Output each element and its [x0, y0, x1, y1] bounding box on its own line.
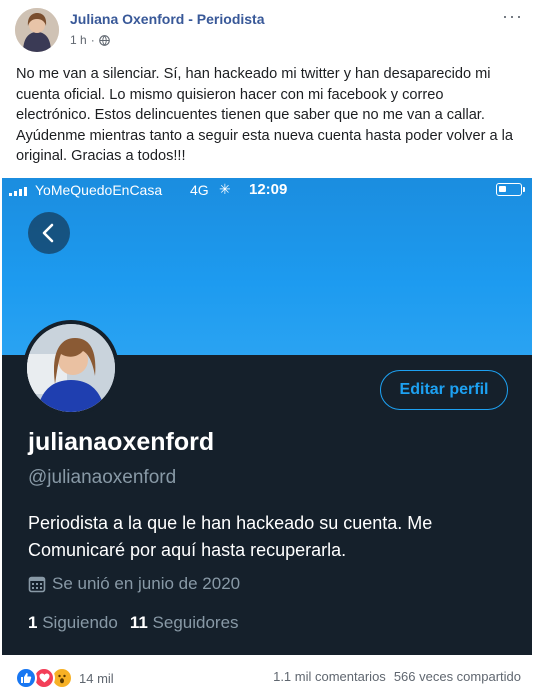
joined-text: Se unió en junio de 2020 — [52, 574, 241, 593]
chevron-left-icon — [42, 223, 54, 243]
followers-link[interactable]: 11 Seguidores — [130, 613, 239, 633]
like-reaction-icon — [15, 667, 37, 689]
post-header: Juliana Oxenford - Periodista 1 h · ··· — [0, 0, 533, 60]
profile-bio: Periodista a la que le han hackeado su c… — [28, 513, 433, 560]
following-label: Siguiendo — [42, 613, 118, 632]
edit-profile-button[interactable]: Editar perfil — [380, 370, 508, 410]
following-link[interactable]: 1 Siguiendo — [28, 613, 118, 633]
post-text: No me van a silenciar. Sí, han hackeado … — [16, 66, 514, 164]
reactions-count: 14 mil — [79, 670, 114, 686]
battery-level — [499, 186, 506, 192]
followers-label: Seguidores — [152, 613, 239, 632]
meta-separator: · — [90, 33, 95, 47]
profile-avatar[interactable] — [23, 320, 119, 416]
calendar-icon — [28, 576, 46, 593]
back-button[interactable] — [28, 212, 70, 254]
phone-status-bar: YoMeQuedoEnCasa 4G ✳ 12:09 — [2, 178, 532, 204]
battery-icon — [496, 183, 525, 196]
author-name[interactable]: Juliana Oxenford - Periodista — [70, 11, 265, 27]
carrier-name: YoMeQuedoEnCasa — [35, 182, 163, 198]
post-meta: 1 h · — [70, 33, 110, 47]
following-count: 1 — [28, 613, 38, 632]
more-options-icon[interactable]: ··· — [502, 6, 523, 27]
globe-icon — [98, 34, 110, 46]
signal-icon — [9, 187, 27, 196]
reactions-summary[interactable]: 14 mil — [15, 667, 114, 689]
post-footer: 14 mil 1.1 mil comentarios 566 veces com… — [0, 655, 533, 697]
follow-stats: 1 Siguiendo 11 Seguidores — [28, 613, 239, 633]
post-time[interactable]: 1 h — [70, 33, 87, 47]
shares-count[interactable]: 566 veces compartido — [394, 669, 521, 684]
profile-handle: @julianaoxenford — [28, 467, 177, 488]
loading-spinner-icon: ✳ — [219, 181, 231, 197]
comments-count[interactable]: 1.1 mil comentarios — [273, 669, 386, 684]
embedded-screenshot: YoMeQuedoEnCasa 4G ✳ 12:09 Editar perfil… — [2, 178, 532, 655]
phone-time: 12:09 — [249, 181, 288, 198]
followers-count: 11 — [129, 613, 148, 632]
post-stats: 1.1 mil comentarios 566 veces compartido — [273, 669, 521, 684]
joined-date: Se unió en junio de 2020 — [28, 574, 240, 594]
network-type: 4G — [190, 182, 209, 198]
author-avatar[interactable] — [15, 8, 59, 52]
profile-display-name: julianaoxenford — [28, 428, 215, 456]
